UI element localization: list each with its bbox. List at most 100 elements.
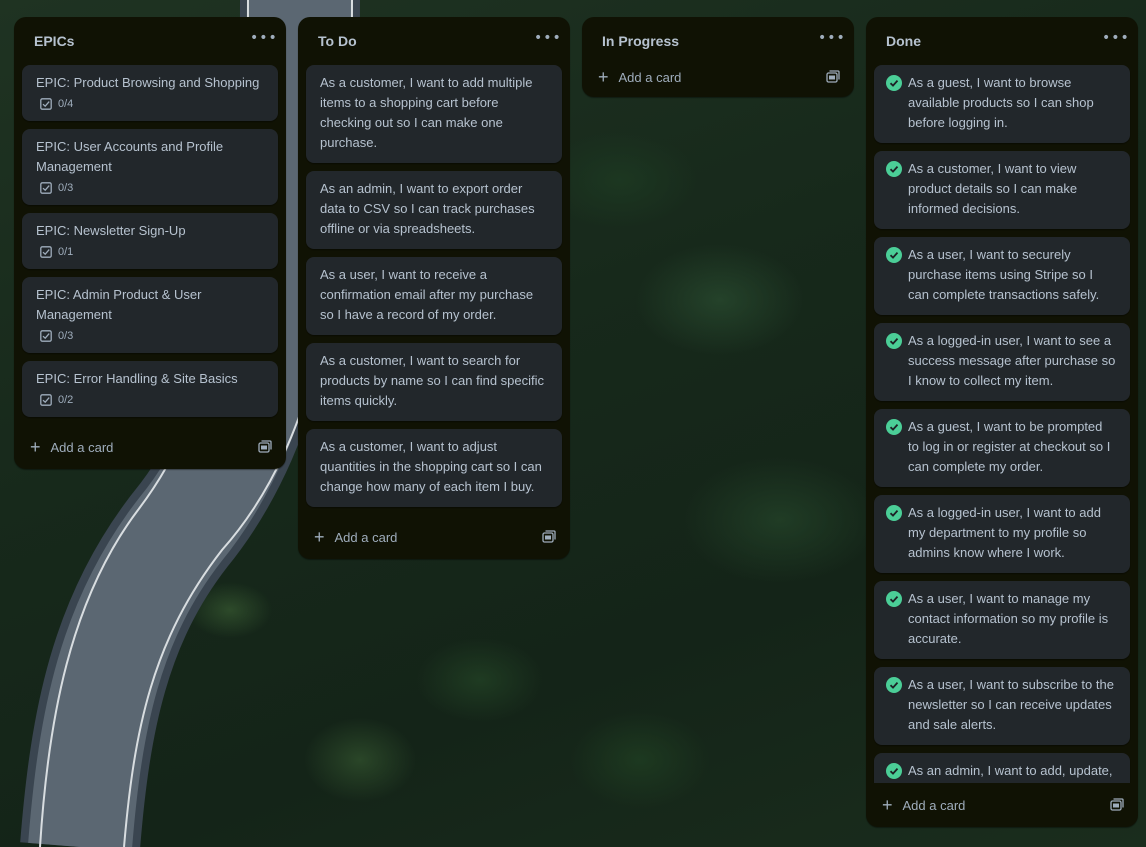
list-to-do: To Do ••• As a customer, I want to add m… — [298, 17, 570, 559]
plus-icon: + — [598, 67, 609, 87]
card-title: As a logged-in user, I want to see a suc… — [908, 333, 1116, 388]
card-epic-product-browsing[interactable]: EPIC: Product Browsing and Shopping 0/4 — [22, 65, 278, 121]
card-done-success-message[interactable]: As a logged-in user, I want to see a suc… — [874, 323, 1130, 401]
list-menu-button[interactable]: ••• — [534, 31, 561, 48]
card-title: EPIC: Newsletter Sign-Up — [36, 223, 186, 238]
card-done-product-details[interactable]: As a customer, I want to view product de… — [874, 151, 1130, 229]
card-title: As an admin, I want to add, update, and … — [908, 763, 1113, 778]
card-done-browse-products[interactable]: As a guest, I want to browse available p… — [874, 65, 1130, 143]
card-template-icon[interactable] — [826, 70, 840, 84]
card-done-department[interactable]: As a logged-in user, I want to add my de… — [874, 495, 1130, 573]
card-template-icon[interactable] — [542, 530, 556, 544]
list-menu-button[interactable]: ••• — [818, 31, 845, 48]
card-todo-adjust-quantities[interactable]: As a customer, I want to adjust quantiti… — [306, 429, 562, 507]
checklist-icon — [40, 394, 52, 406]
card-done-contact-info[interactable]: As a user, I want to manage my contact i… — [874, 581, 1130, 659]
card-title: EPIC: Error Handling & Site Basics — [36, 371, 238, 386]
add-card-label: Add a card — [50, 439, 114, 455]
card-todo-search[interactable]: As a customer, I want to search for prod… — [306, 343, 562, 421]
card-title: As a customer, I want to adjust quantiti… — [320, 439, 542, 494]
card-title: EPIC: Product Browsing and Shopping — [36, 75, 260, 90]
card-done-login-prompt[interactable]: As a guest, I want to be prompted to log… — [874, 409, 1130, 487]
completed-check-icon — [886, 161, 902, 177]
completed-check-icon — [886, 333, 902, 349]
card-epic-error-handling[interactable]: EPIC: Error Handling & Site Basics 0/2 — [22, 361, 278, 417]
checklist-badge: 0/4 — [36, 97, 264, 111]
card-epic-user-accounts[interactable]: EPIC: User Accounts and Profile Manageme… — [22, 129, 278, 205]
card-title: EPIC: User Accounts and Profile Manageme… — [36, 139, 224, 174]
checklist-icon — [40, 98, 52, 110]
checklist-icon — [40, 182, 52, 194]
completed-check-icon — [886, 591, 902, 607]
list-footer: + Add a card — [14, 425, 286, 469]
card-template-icon[interactable] — [258, 440, 272, 454]
card-title: As a user, I want to subscribe to the ne… — [908, 677, 1114, 732]
card-title: As a user, I want to manage my contact i… — [908, 591, 1109, 646]
list-done: Done ••• As a guest, I want to browse av… — [866, 17, 1138, 827]
checklist-count: 0/2 — [58, 394, 74, 406]
checklist-badge: 0/1 — [36, 245, 264, 259]
card-done-newsletter[interactable]: As a user, I want to subscribe to the ne… — [874, 667, 1130, 745]
card-title: As a customer, I want to view product de… — [908, 161, 1078, 216]
checklist-count: 0/3 — [58, 182, 74, 194]
add-card-button[interactable]: + Add a card — [30, 437, 114, 457]
completed-check-icon — [886, 75, 902, 91]
add-card-label: Add a card — [902, 797, 966, 813]
list-title[interactable]: To Do — [318, 33, 357, 49]
card-epic-admin[interactable]: EPIC: Admin Product & User Management 0/… — [22, 277, 278, 353]
list-header: EPICs ••• — [14, 17, 286, 65]
card-title: EPIC: Admin Product & User Management — [36, 287, 202, 322]
card-title: As a user, I want to securely purchase i… — [908, 247, 1100, 302]
list-in-progress: In Progress ••• + Add a card — [582, 17, 854, 97]
card-title: As a customer, I want to add multiple it… — [320, 75, 533, 150]
card-todo-shopping-cart[interactable]: As a customer, I want to add multiple it… — [306, 65, 562, 163]
board: EPICs ••• EPIC: Product Browsing and Sho… — [0, 0, 1146, 847]
card-list[interactable]: As a guest, I want to browse available p… — [866, 65, 1138, 783]
card-done-admin-products[interactable]: As an admin, I want to add, update, and … — [874, 753, 1130, 783]
list-footer: + Add a card — [866, 783, 1138, 827]
list-header: To Do ••• — [298, 17, 570, 65]
checklist-icon — [40, 246, 52, 258]
card-list: EPIC: Product Browsing and Shopping 0/4 … — [14, 65, 286, 417]
plus-icon: + — [314, 527, 325, 547]
card-title: As a customer, I want to search for prod… — [320, 353, 545, 408]
checklist-count: 0/1 — [58, 246, 74, 258]
completed-check-icon — [886, 505, 902, 521]
card-todo-export-csv[interactable]: As an admin, I want to export order data… — [306, 171, 562, 249]
plus-icon: + — [30, 437, 41, 457]
completed-check-icon — [886, 677, 902, 693]
card-list: As a customer, I want to add multiple it… — [298, 65, 570, 507]
checklist-count: 0/4 — [58, 98, 74, 110]
add-card-button[interactable]: + Add a card — [598, 67, 682, 87]
completed-check-icon — [886, 763, 902, 779]
list-title[interactable]: EPICs — [34, 33, 74, 49]
list-title[interactable]: In Progress — [602, 33, 679, 49]
list-menu-button[interactable]: ••• — [250, 31, 277, 48]
card-title: As a logged-in user, I want to add my de… — [908, 505, 1101, 560]
card-todo-confirmation-email[interactable]: As a user, I want to receive a confirmat… — [306, 257, 562, 335]
list-title[interactable]: Done — [886, 33, 921, 49]
card-title: As a user, I want to receive a confirmat… — [320, 267, 534, 322]
list-footer: + Add a card — [582, 57, 854, 97]
plus-icon: + — [882, 795, 893, 815]
card-template-icon[interactable] — [1110, 798, 1124, 812]
add-card-label: Add a card — [618, 69, 682, 85]
card-title: As a guest, I want to browse available p… — [908, 75, 1094, 130]
checklist-badge: 0/3 — [36, 329, 264, 343]
list-header: Done ••• — [866, 17, 1138, 65]
card-title: As an admin, I want to export order data… — [320, 181, 535, 236]
completed-check-icon — [886, 247, 902, 263]
card-epic-newsletter[interactable]: EPIC: Newsletter Sign-Up 0/1 — [22, 213, 278, 269]
checklist-badge: 0/2 — [36, 393, 264, 407]
checklist-badge: 0/3 — [36, 181, 264, 195]
list-footer: + Add a card — [298, 515, 570, 559]
list-epics: EPICs ••• EPIC: Product Browsing and Sho… — [14, 17, 286, 469]
card-done-stripe-purchase[interactable]: As a user, I want to securely purchase i… — [874, 237, 1130, 315]
checklist-count: 0/3 — [58, 330, 74, 342]
add-card-button[interactable]: + Add a card — [882, 795, 966, 815]
add-card-label: Add a card — [334, 529, 398, 545]
add-card-button[interactable]: + Add a card — [314, 527, 398, 547]
checklist-icon — [40, 330, 52, 342]
list-menu-button[interactable]: ••• — [1102, 31, 1129, 48]
card-title: As a guest, I want to be prompted to log… — [908, 419, 1111, 474]
